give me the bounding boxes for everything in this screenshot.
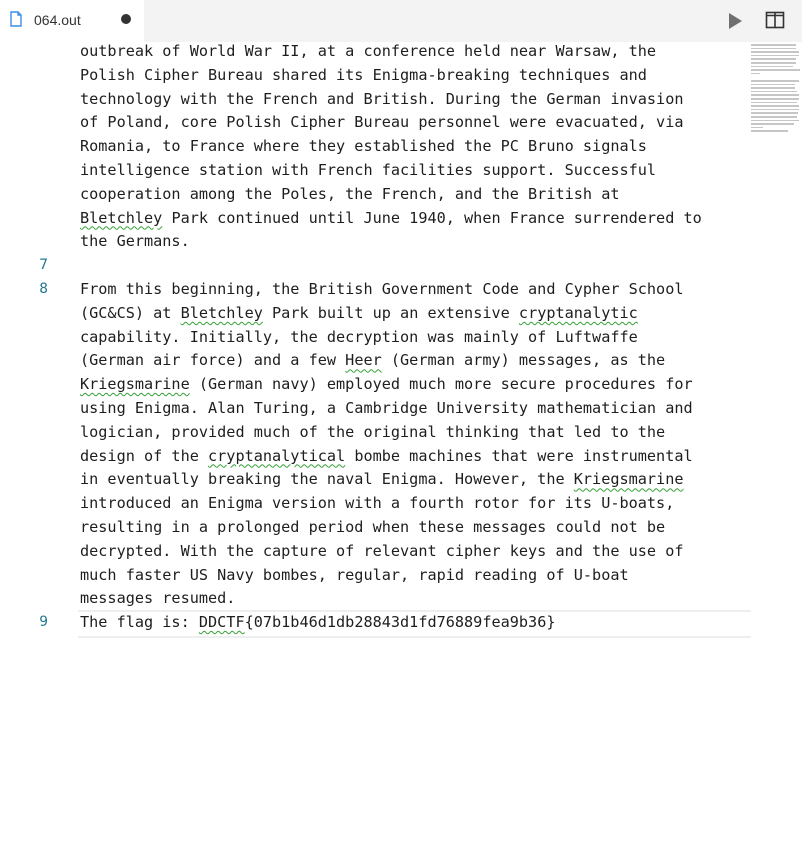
line-number: 8 — [39, 281, 48, 297]
minimap-line — [751, 94, 799, 96]
line-text[interactable]: resulting in a prolonged period when the… — [80, 516, 750, 540]
editor-line[interactable]: logician, provided much of the original … — [0, 421, 802, 445]
editor-area[interactable]: outbreak of World War II, at a conferenc… — [0, 42, 802, 841]
editor-line[interactable]: (German air force) and a few Heer (Germa… — [0, 349, 802, 373]
minimap-line — [751, 65, 793, 68]
minimap-line — [751, 123, 794, 125]
minimap-line — [751, 69, 800, 71]
tab-filename: 064.out — [34, 12, 81, 28]
line-text[interactable]: technology with the French and British. … — [80, 88, 750, 112]
editor-line[interactable]: of Poland, core Polish Cipher Bureau per… — [0, 111, 802, 135]
line-text[interactable]: Kriegsmarine (German navy) employed much… — [80, 373, 750, 397]
minimap-line — [751, 130, 788, 132]
spell-squiggle: Kriegsmarine — [80, 375, 190, 394]
minimap-line — [751, 101, 797, 104]
line-text[interactable]: From this beginning, the British Governm… — [80, 278, 750, 302]
line-text[interactable]: the Germans. — [80, 230, 750, 254]
line-text[interactable]: introduced an Enigma version with a four… — [80, 492, 750, 516]
minimap-line — [751, 72, 760, 75]
minimap-line — [751, 116, 797, 118]
line-text[interactable]: (German air force) and a few Heer (Germa… — [80, 349, 750, 373]
editor-tab[interactable]: 064.out — [0, 0, 144, 42]
minimap-line — [751, 119, 799, 122]
tab-bar: 064.out — [0, 0, 802, 42]
editor-line[interactable]: (GC&CS) at Bletchley Park built up an ex… — [0, 302, 802, 326]
line-text[interactable]: Polish Cipher Bureau shared its Enigma-b… — [80, 64, 750, 88]
minimap-line — [751, 54, 799, 57]
editor-line[interactable]: decrypted. With the capture of relevant … — [0, 540, 802, 564]
spell-squiggle: cryptanalytical — [208, 446, 346, 465]
editor-line[interactable]: the Germans. — [0, 230, 802, 254]
minimap-line — [751, 112, 798, 114]
minimap-line — [751, 87, 795, 89]
split-editor-icon[interactable] — [765, 11, 785, 29]
editor-line[interactable]: Romania, to France where they establishe… — [0, 135, 802, 159]
minimap-line — [751, 108, 799, 111]
minimap-line — [751, 90, 797, 93]
editor-line[interactable]: 7 — [0, 254, 802, 278]
line-text[interactable]: Romania, to France where they establishe… — [80, 135, 750, 159]
editor-line[interactable]: resulting in a prolonged period when the… — [0, 516, 802, 540]
editor-line[interactable]: technology with the French and British. … — [0, 88, 802, 112]
minimap-line — [751, 98, 799, 100]
editor-line[interactable]: Kriegsmarine (German navy) employed much… — [0, 373, 802, 397]
line-text[interactable]: capability. Initially, the decryption wa… — [80, 326, 750, 350]
line-text[interactable]: design of the cryptanalytical bombe mach… — [80, 445, 750, 469]
minimap-line — [751, 44, 796, 46]
editor-line[interactable]: in eventually breaking the naval Enigma.… — [0, 468, 802, 492]
editor-line[interactable]: cooperation among the Poles, the French,… — [0, 183, 802, 207]
line-text[interactable]: decrypted. With the capture of relevant … — [80, 540, 750, 564]
spell-squiggle: Bletchley — [180, 303, 263, 322]
spell-squiggle: DDCTF — [198, 613, 245, 632]
line-text[interactable]: logician, provided much of the original … — [80, 421, 750, 445]
spell-squiggle: Bletchley — [80, 208, 163, 227]
minimap-line — [751, 51, 799, 53]
line-text[interactable]: (GC&CS) at Bletchley Park built up an ex… — [80, 302, 750, 326]
minimap-line — [751, 47, 796, 50]
line-text[interactable]: in eventually breaking the naval Enigma.… — [80, 468, 750, 492]
line-number: 7 — [39, 257, 48, 274]
line-text[interactable]: of Poland, core Polish Cipher Bureau per… — [80, 111, 750, 135]
spell-squiggle: Heer — [345, 351, 382, 370]
line-text[interactable]: much faster US Navy bombes, regular, rap… — [80, 564, 750, 588]
play-icon[interactable] — [726, 12, 744, 30]
editor-line[interactable]: design of the cryptanalytical bombe mach… — [0, 445, 802, 469]
editor-line[interactable]: using Enigma. Alan Turing, a Cambridge U… — [0, 397, 802, 421]
editor-line[interactable]: 8 From this beginning, the British Govern… — [0, 278, 802, 302]
editor-line[interactable]: capability. Initially, the decryption wa… — [0, 326, 802, 350]
line-text[interactable]: using Enigma. Alan Turing, a Cambridge U… — [80, 397, 750, 421]
line-text[interactable]: cooperation among the Poles, the French,… — [80, 183, 750, 207]
minimap-line — [751, 126, 763, 129]
line-number: 9 — [39, 614, 48, 631]
file-icon — [10, 11, 22, 27]
editor-line[interactable]: 9 The flag is: DDCTF{07b1b46d1db28843d1fd… — [0, 611, 802, 635]
line-text[interactable]: outbreak of World War II, at a conferenc… — [80, 40, 750, 64]
minimap-line — [751, 58, 796, 60]
spell-squiggle: Kriegsmarine — [573, 470, 684, 489]
editor-line[interactable]: outbreak of World War II, at a conferenc… — [0, 40, 802, 64]
editor-line[interactable]: intelligence station with French facilit… — [0, 159, 802, 183]
spell-squiggle: cryptanalytic — [518, 303, 638, 322]
minimap[interactable] — [751, 42, 801, 136]
minimap-line — [751, 105, 799, 107]
line-text[interactable]: The flag is: DDCTF{07b1b46d1db28843d1fd7… — [80, 611, 750, 635]
line-text[interactable]: Bletchley Park continued until June 1940… — [80, 207, 750, 231]
minimap-line — [751, 62, 796, 64]
editor-line[interactable]: introduced an Enigma version with a four… — [0, 492, 802, 516]
minimap-line — [751, 83, 795, 86]
editor-line[interactable]: messages resumed. — [0, 587, 802, 611]
editor-line[interactable]: Bletchley Park continued until June 1940… — [0, 207, 802, 231]
editor-line[interactable]: Polish Cipher Bureau shared its Enigma-b… — [0, 64, 802, 88]
line-text[interactable]: messages resumed. — [80, 587, 750, 611]
minimap-line — [751, 80, 799, 82]
line-text[interactable]: intelligence station with French facilit… — [80, 159, 750, 183]
unsaved-dot-icon[interactable] — [121, 14, 131, 24]
editor-line[interactable]: much faster US Navy bombes, regular, rap… — [0, 564, 802, 588]
